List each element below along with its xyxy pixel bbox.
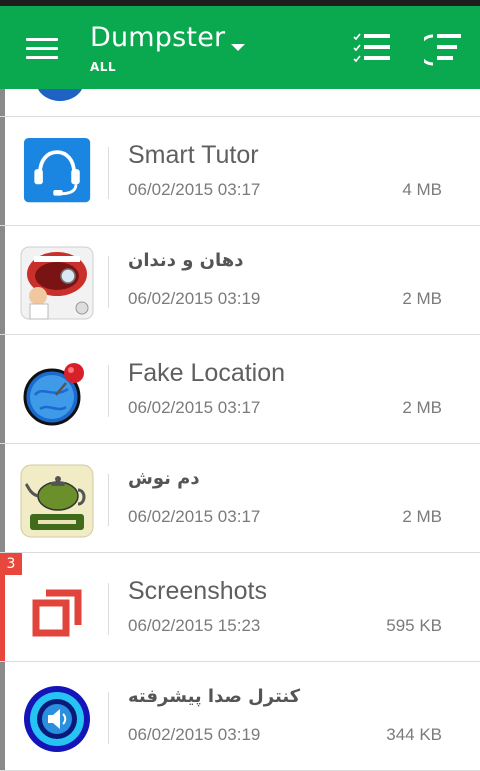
- checklist-icon[interactable]: [352, 32, 392, 68]
- row-stripe: [0, 89, 5, 116]
- row-stripe: [0, 662, 5, 770]
- row-divider: [108, 256, 109, 308]
- list-item[interactable]: دهان و دندان 06/02/2015 03:19 2 MB: [0, 226, 480, 335]
- item-name: دهان و دندان: [128, 250, 244, 271]
- teapot-icon: [20, 464, 94, 538]
- chevron-down-icon[interactable]: [231, 44, 245, 51]
- row-stripe: [0, 117, 5, 225]
- item-date: 06/02/2015 03:17: [128, 398, 261, 417]
- dentist-app-icon: [20, 246, 94, 320]
- sort-icon[interactable]: [424, 32, 464, 68]
- row-divider: [108, 583, 109, 635]
- item-date: 06/02/2015 03:19: [128, 289, 261, 308]
- item-name: دم نوش: [128, 468, 200, 489]
- item-count-badge: 3: [0, 553, 22, 575]
- filter-subtitle[interactable]: ALL: [90, 60, 116, 74]
- item-size: 344 KB: [386, 725, 442, 744]
- row-divider: [108, 147, 109, 199]
- item-size: 2 MB: [402, 398, 442, 417]
- item-date: 06/02/2015 15:23: [128, 616, 261, 635]
- item-size: 4 MB: [402, 180, 442, 199]
- toolbar: Dumpster ALL: [0, 6, 480, 89]
- item-date: 06/02/2015 03:17: [128, 180, 261, 199]
- item-name: Screenshots: [128, 577, 267, 605]
- item-name: Smart Tutor: [128, 141, 259, 169]
- app-title[interactable]: Dumpster: [90, 22, 225, 53]
- shield-icon: [38, 89, 82, 101]
- item-name: کنترل صدا پیشرفته: [128, 686, 301, 707]
- row-stripe: [0, 335, 5, 443]
- item-size: 2 MB: [402, 507, 442, 526]
- list-item-partial[interactable]: [0, 89, 480, 117]
- row-stripe: [0, 226, 5, 334]
- row-divider: [108, 474, 109, 526]
- row-divider: [108, 692, 109, 744]
- list-item[interactable]: دم نوش 06/02/2015 03:17 2 MB: [0, 444, 480, 553]
- row-stripe: [0, 444, 5, 552]
- item-size: 595 KB: [386, 616, 442, 635]
- hamburger-menu-icon[interactable]: [26, 38, 58, 60]
- screenshots-folder-icon: [32, 589, 82, 637]
- item-name: Fake Location: [128, 359, 286, 387]
- headset-icon: [23, 137, 91, 203]
- list-item[interactable]: Fake Location 06/02/2015 03:17 2 MB: [0, 335, 480, 444]
- globe-pin-icon: [23, 363, 84, 426]
- item-size: 2 MB: [402, 289, 442, 308]
- list-item[interactable]: 3 Screenshots 06/02/2015 15:23 595 KB: [0, 553, 480, 662]
- speaker-icon: [24, 686, 90, 752]
- row-divider: [108, 365, 109, 417]
- list-item[interactable]: کنترل صدا پیشرفته 06/02/2015 03:19 344 K…: [0, 662, 480, 771]
- item-date: 06/02/2015 03:19: [128, 725, 261, 744]
- list-item[interactable]: Smart Tutor 06/02/2015 03:17 4 MB: [0, 117, 480, 226]
- deleted-items-list: Smart Tutor 06/02/2015 03:17 4 MB دهان و…: [0, 89, 480, 771]
- item-date: 06/02/2015 03:17: [128, 507, 261, 526]
